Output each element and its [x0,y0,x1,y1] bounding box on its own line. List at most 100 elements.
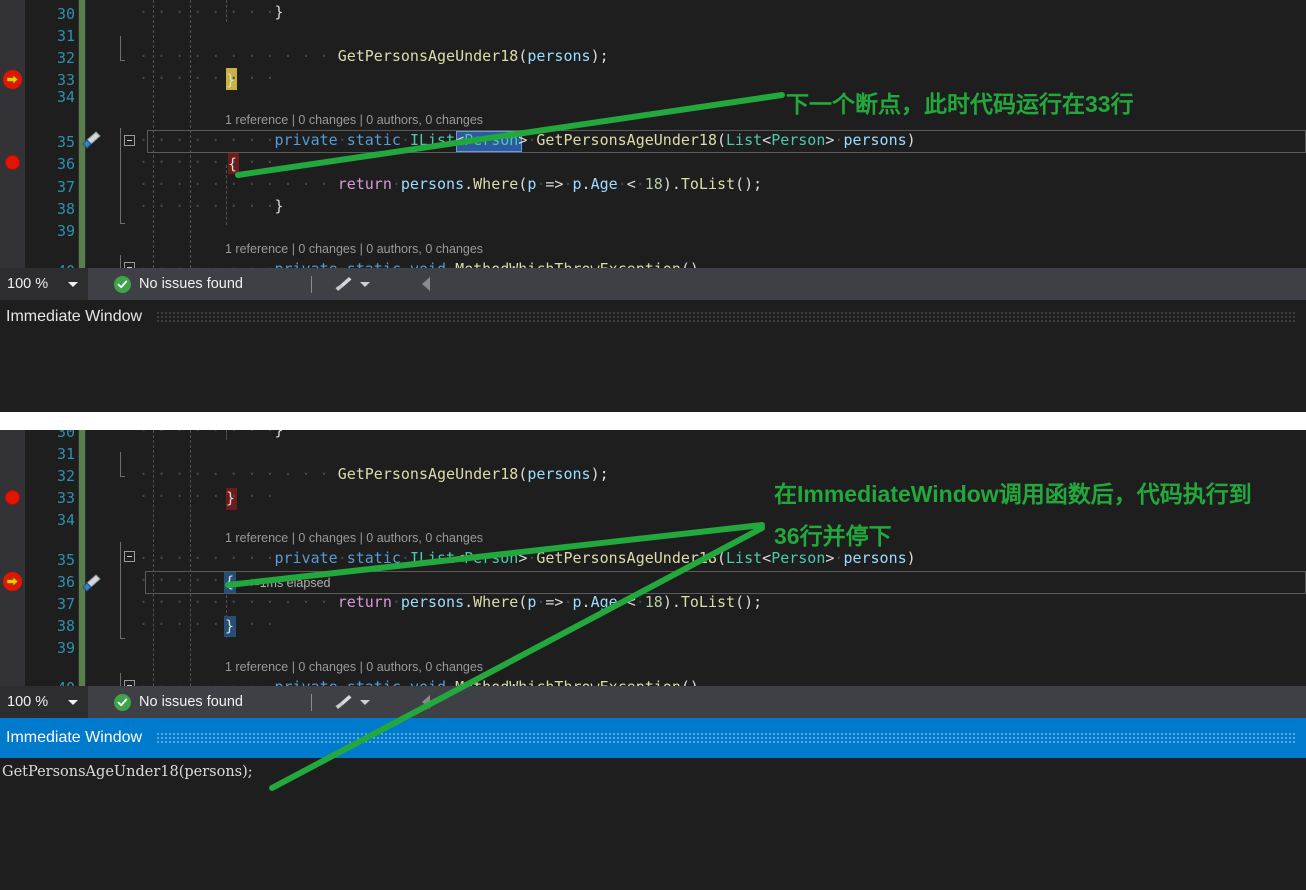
outlining-line [120,36,122,60]
zoom-level-label: 100 % [7,694,49,710]
chevron-down-icon[interactable] [68,699,78,705]
immediate-window-content-top[interactable] [0,334,1306,340]
brace-36-top: { [228,155,238,173]
line-number: 40 [25,679,75,686]
immediate-window-content-bottom[interactable]: GetPersonsAgeUnder18(persons); [0,758,1306,780]
current-statement-marker-bottom[interactable] [3,572,22,591]
outlining-tick [120,60,125,61]
issues-status-top[interactable]: No issues found [114,275,243,293]
code-line-32: · · · · · · · · · · · GetPersonsAgeUnder… [139,47,609,65]
check-circle-icon [114,275,131,293]
scroll-left-caret-bottom[interactable] [421,695,430,709]
window-grip-top[interactable] [156,311,1296,323]
line-number: 37 [56,178,75,196]
code-line-33: · · · · · · · · [139,69,275,87]
outlining-tick [120,223,125,224]
breakpoint-marker-top[interactable] [5,155,20,170]
status-bar-bottom[interactable]: 100 % No issues found [0,686,1306,718]
line-number: 38 [56,617,75,635]
zoom-level-selector-top[interactable]: 100 % [0,268,88,300]
line-number: 39 [56,222,75,240]
code-line-30b: · · · · · · · ·} [139,430,284,439]
outlining-collapse-box[interactable] [124,135,135,146]
outlining-line [120,128,122,223]
code-editor-bottom[interactable]: 30 31 32 33 34 35 36 37 38 39 40 · · · ·… [0,430,1306,686]
current-statement-marker-top[interactable] [3,70,22,89]
breakpoint-gutter-top[interactable] [0,0,25,268]
immediate-window-title: Immediate Window [6,729,143,746]
line-number: 36 [56,155,75,173]
screenshot-root: 30 31 32 33 34 35 36 37 38 39 40 [0,0,1306,890]
line-number: 30 [56,430,75,441]
status-bar-top[interactable]: 100 % No issues found [0,268,1306,300]
brace-33-top: } [226,71,236,89]
code-cleanup-button-bottom[interactable] [334,694,370,711]
breakpoint-gutter-bottom[interactable] [0,430,25,686]
annotation-text-bottom-line2: 36行并停下 [774,523,892,549]
code-line-32b: · · · · · · · · · · · GetPersonsAgeUnder… [139,465,609,483]
line-number: 35 [56,133,75,151]
indent-guide [226,165,228,225]
outlining-tick [120,638,125,639]
change-bar-bottom [79,430,85,686]
immediate-window-bottom[interactable]: Immediate Window GetPersonsAgeUnder18(pe… [0,718,1306,890]
line-number: 33 [56,489,75,507]
code-line-33b: · · · · · · · · [139,487,275,505]
code-line-38b: · · · · · · · · [139,615,275,633]
outlining-line [120,255,122,268]
immediate-window-top[interactable]: Immediate Window [0,300,1306,412]
code-line-40b: · · · · · · · ·private·static·void·Metho… [139,678,699,686]
codelens-top-1[interactable]: 1 reference | 0 changes | 0 authors, 0 c… [225,113,483,127]
immediate-window-header-bottom[interactable]: Immediate Window [0,718,1306,758]
immediate-window-title: Immediate Window [6,308,143,325]
breakpoint-marker-bottom[interactable] [5,490,20,505]
code-line-37: · · · · · · · · · · · return·persons.Whe… [139,175,763,193]
issues-label: No issues found [139,694,243,710]
code-line-30: · · · · · · · ·} [139,3,284,21]
codelens-bottom-1[interactable]: 1 reference | 0 changes | 0 authors, 0 c… [225,531,483,545]
code-cleanup-button-top[interactable] [334,276,370,293]
outlining-collapse-box[interactable] [124,551,135,562]
line-number: 35 [56,551,75,569]
line-number: 38 [56,200,75,218]
broom-icon [335,276,352,291]
code-line-35: · · · · · · · ·private·static·IList<Pers… [139,131,916,149]
outlining-line [120,542,122,638]
code-line-35b: · · · · · · · ·private·static·IList<Pers… [139,549,916,567]
status-separator [310,275,312,293]
line-number: 33 [56,71,75,89]
issues-status-bottom[interactable]: No issues found [114,693,243,711]
outlining-line [120,673,122,686]
immediate-window-header-top[interactable]: Immediate Window [0,300,1306,334]
issues-label: No issues found [139,276,243,292]
chevron-down-icon[interactable] [359,281,370,287]
paintbrush-icon-bottom [80,573,102,595]
paintbrush-icon-top [80,130,102,152]
check-circle-icon [114,693,131,711]
line-number: 34 [56,511,75,529]
brace-33-bottom: } [226,489,236,507]
chevron-down-icon[interactable] [359,699,370,705]
scroll-left-caret-top[interactable] [421,277,430,291]
code-line-38: · · · · · · · ·} [139,197,284,215]
perftip-label: <=1ms elapsed [245,576,331,590]
chevron-down-icon[interactable] [68,281,78,287]
line-number: 31 [56,27,75,45]
line-number: 30 [56,5,75,23]
line-number: 34 [56,88,75,106]
window-grip-bottom[interactable] [156,732,1296,744]
line-number: 32 [56,467,75,485]
status-separator [310,693,312,711]
line-number: 37 [56,595,75,613]
code-line-36: · · · · · · · · [139,153,275,171]
line-number: 32 [56,49,75,67]
line-number: 39 [56,639,75,657]
line-number: 36 [56,573,75,591]
code-line-37b: · · · · · · · · · · · return·persons.Whe… [139,593,763,611]
codelens-top-2[interactable]: 1 reference | 0 changes | 0 authors, 0 c… [225,242,483,256]
panel-divider-gap [0,412,1306,430]
code-editor-top[interactable]: 30 31 32 33 34 35 36 37 38 39 40 [0,0,1306,268]
annotation-text-top: 下一个断点，此时代码运行在33行 [786,91,1134,117]
codelens-bottom-2[interactable]: 1 reference | 0 changes | 0 authors, 0 c… [225,660,483,674]
zoom-level-selector-bottom[interactable]: 100 % [0,686,88,718]
